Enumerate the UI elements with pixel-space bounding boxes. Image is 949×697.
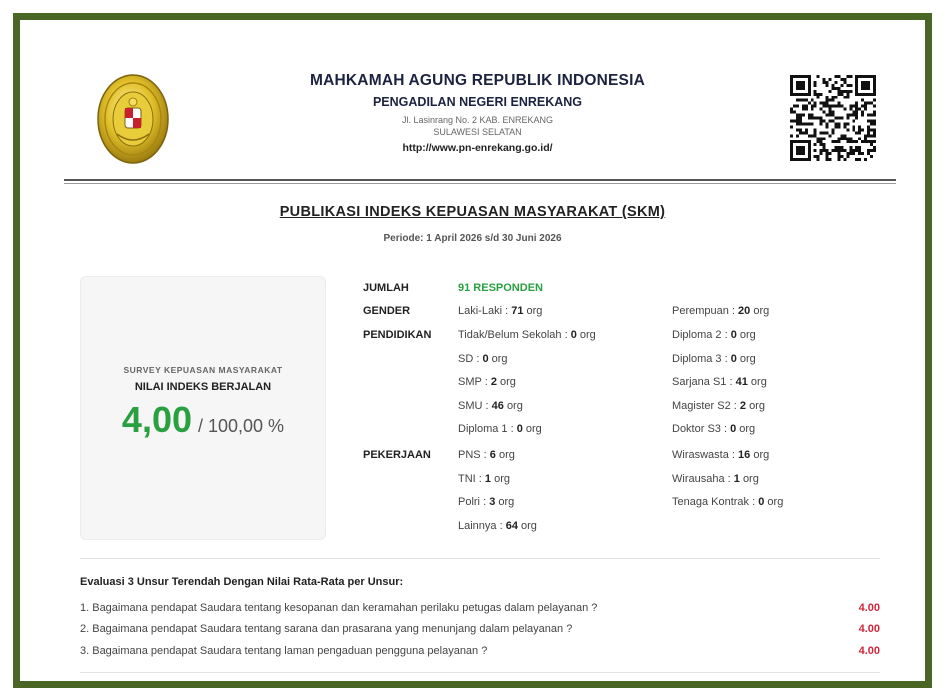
stat-item: SMU : 46 org	[458, 400, 523, 412]
evaluation-score: 4.00	[858, 602, 880, 614]
mahkamah-agung-emblem-icon	[97, 74, 169, 164]
stat-item: Lainnya : 64 org	[458, 520, 537, 532]
stat-item: SMP : 2 org	[458, 376, 516, 388]
stat-item: Diploma 1 : 0 org	[458, 423, 542, 435]
stat-item: Tidak/Belum Sekolah : 0 org	[458, 329, 596, 341]
address-line-1: Jl. Lasinrang No. 2 KAB. ENREKANG	[401, 115, 554, 125]
evaluation-score: 4.00	[858, 645, 880, 657]
stat-item: SD : 0 org	[458, 353, 508, 365]
jumlah-value: 91 RESPONDEN	[458, 282, 543, 294]
stat-item: Doktor S3 : 0 org	[672, 423, 756, 435]
evaluation-question: 1. Bagaimana pendapat Saudara tentang ke…	[80, 602, 598, 614]
page-title: PUBLIKASI INDEKS KEPUASAN MASYARAKAT (SK…	[279, 204, 666, 220]
jumlah-label: JUMLAH	[363, 282, 409, 294]
pendidikan-label: PENDIDIKAN	[363, 329, 432, 341]
qr-code-icon	[790, 75, 876, 161]
stat-item: Wiraswasta : 16 org	[672, 449, 770, 461]
evaluation-question: 2. Bagaimana pendapat Saudara tentang sa…	[80, 623, 573, 635]
index-card-label: NILAI INDEKS BERJALAN	[134, 381, 272, 393]
stat-item: Polri : 3 org	[458, 496, 515, 508]
stat-item: PNS : 6 org	[458, 449, 515, 461]
pekerjaan-label: PEKERJAAN	[363, 449, 431, 461]
stat-item: Diploma 2 : 0 org	[672, 329, 756, 341]
index-scale: / 100,00 %	[198, 416, 285, 436]
address-line-2: SULAWESI SELATAN	[433, 127, 522, 137]
stat-item: Magister S2 : 2 org	[672, 400, 765, 412]
stat-item: Diploma 3 : 0 org	[672, 353, 756, 365]
header-divider	[64, 179, 896, 181]
evaluation-score: 4.00	[858, 623, 880, 635]
stat-item: Tenaga Kontrak : 0 org	[672, 496, 784, 508]
stat-item: Wirausaha : 1 org	[672, 473, 759, 485]
index-value-row: 4,00 / 100,00 %	[81, 399, 325, 441]
stat-item: Sarjana S1 : 41 org	[672, 376, 767, 388]
court-address: Jl. Lasinrang No. 2 KAB. ENREKANG SULAWE…	[270, 114, 685, 138]
header-divider-thin	[64, 183, 896, 184]
institution-name: MAHKAMAH AGUNG REPUBLIK INDONESIA	[310, 72, 645, 89]
page-frame: MAHKAMAH AGUNG REPUBLIK INDONESIA PENGAD…	[13, 13, 932, 688]
index-card: SURVEY KEPUASAN MASYARAKAT NILAI INDEKS …	[80, 276, 326, 540]
index-card-caption: SURVEY KEPUASAN MASYARAKAT	[123, 365, 283, 375]
stat-item: TNI : 1 org	[458, 473, 510, 485]
stat-item: Laki-Laki : 71 org	[458, 305, 543, 317]
court-name: PENGADILAN NEGERI ENREKANG	[372, 95, 583, 109]
survey-period: Periode: 1 April 2026 s/d 30 Juni 2026	[383, 233, 562, 244]
index-value: 4,00	[121, 399, 192, 440]
section-divider	[80, 672, 880, 673]
gender-label: GENDER	[363, 305, 411, 317]
evaluation-question: 3. Bagaimana pendapat Saudara tentang la…	[80, 645, 488, 657]
section-divider	[80, 558, 880, 559]
court-website: http://www.pn-enrekang.go.id/	[402, 142, 553, 154]
letterhead: MAHKAMAH AGUNG REPUBLIK INDONESIA PENGAD…	[270, 72, 685, 154]
evaluation-title: Evaluasi 3 Unsur Terendah Dengan Nilai R…	[80, 576, 404, 588]
stat-item: Perempuan : 20 org	[672, 305, 770, 317]
